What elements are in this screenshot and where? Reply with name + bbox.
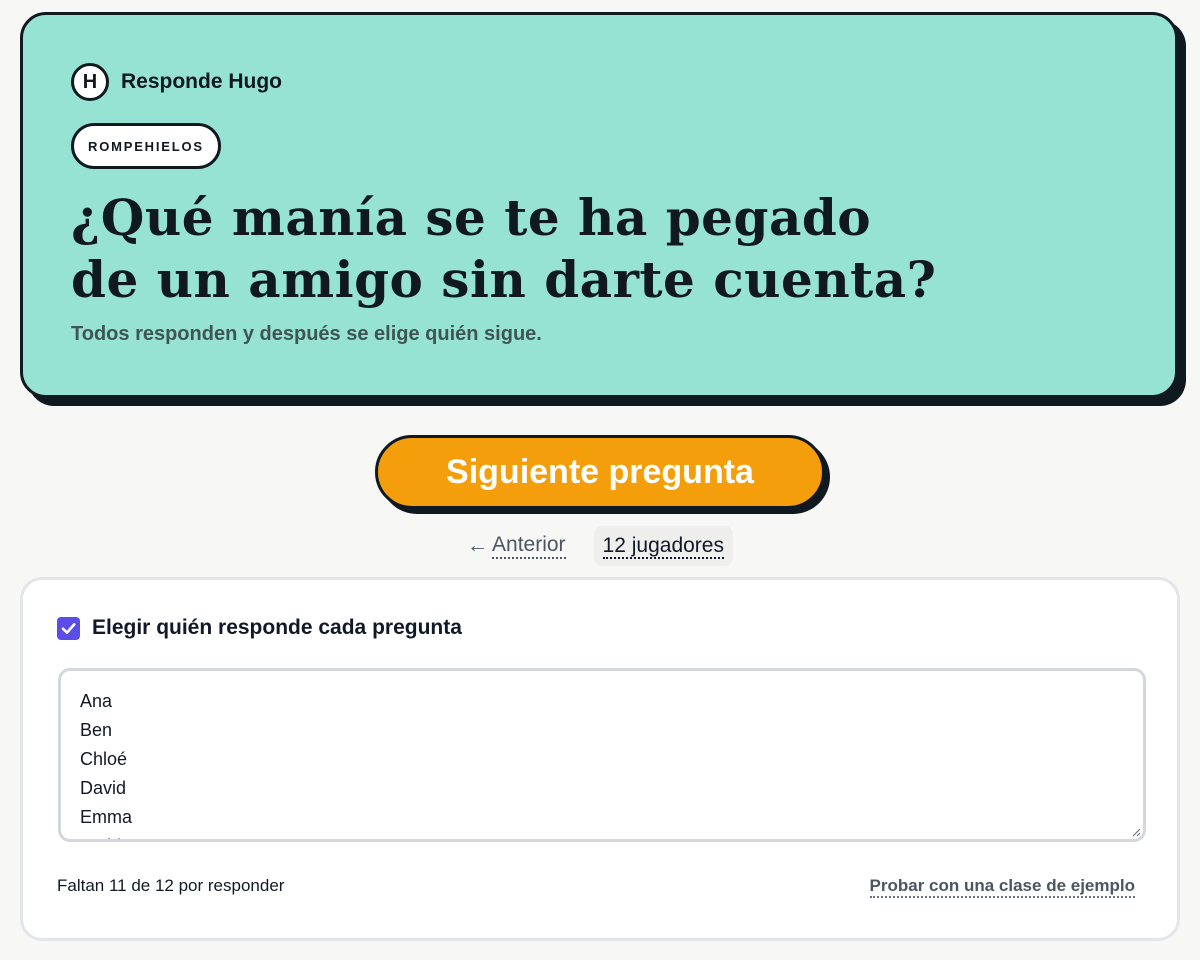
next-question-button[interactable]: Siguiente pregunta — [375, 435, 825, 509]
player-name: Chloé — [80, 749, 128, 769]
category-tag: ROMPEHIELOS — [71, 123, 221, 169]
sample-class-link[interactable]: Probar con una clase de ejemplo — [869, 876, 1135, 898]
question-card: H Responde Hugo ROMPEHIELOS ¿Qué manía s… — [20, 12, 1178, 398]
remaining-count: Faltan 11 de 12 por responder — [57, 876, 285, 895]
previous-label: Anterior — [492, 533, 566, 559]
player-name: Ana — [80, 691, 113, 711]
players-count-button[interactable]: 12 jugadores — [593, 526, 733, 566]
player-name: David — [80, 778, 127, 798]
player-name: Ben — [80, 720, 113, 740]
question-line-1: ¿Qué manía se te ha pegado — [71, 188, 872, 247]
question-line-2: de un amigo sin darte cuenta? — [71, 250, 937, 309]
question-subtitle: Todos responden y después se elige quién… — [71, 323, 542, 345]
resize-handle-icon[interactable] — [1131, 827, 1141, 837]
arrow-left-icon: ← — [467, 534, 489, 557]
players-list: Ana Ben Chloé David Emma Farid — [61, 671, 1143, 839]
secondary-nav: ← Anterior 12 jugadores — [0, 524, 1200, 568]
brand-name: Responde Hugo — [121, 70, 282, 93]
question-title: ¿Qué manía se te ha pegado de un amigo s… — [71, 187, 1011, 311]
players-panel: Elegir quién responde cada pregunta Ana … — [20, 577, 1180, 941]
choose-responder-checkbox[interactable] — [57, 616, 80, 640]
choose-responder-label: Elegir quién responde cada pregunta — [92, 616, 462, 639]
brand-logo-icon: H — [71, 63, 109, 101]
players-textarea[interactable]: Ana Ben Chloé David Emma Farid — [58, 668, 1146, 842]
players-count-label: 12 jugadores — [602, 534, 724, 559]
brand: H Responde Hugo — [71, 63, 282, 101]
choose-responder-toggle[interactable]: Elegir quién responde cada pregunta — [57, 616, 462, 640]
previous-question-link[interactable]: ← Anterior — [467, 533, 566, 559]
checkmark-icon — [61, 622, 76, 634]
player-name: Emma — [80, 807, 133, 827]
player-name: Farid — [80, 832, 1143, 839]
